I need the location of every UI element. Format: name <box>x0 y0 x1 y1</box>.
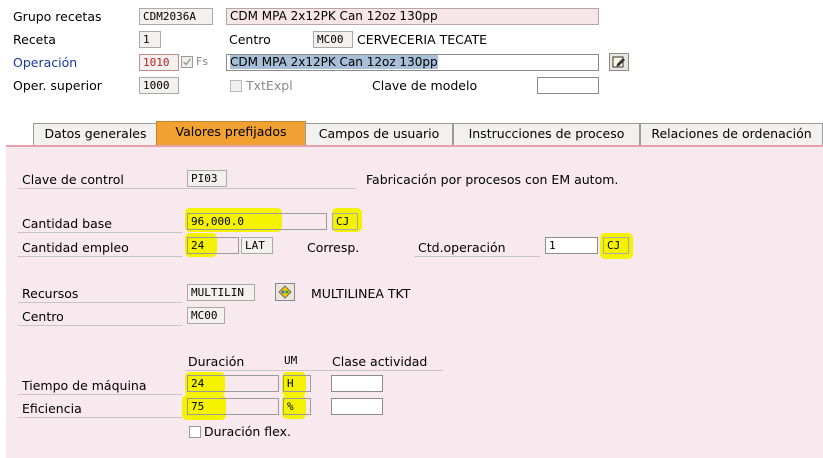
duracion-flex-checkbox[interactable] <box>189 426 201 438</box>
recursos-description: MULTILINEA TKT <box>311 286 411 301</box>
fs-label: Fs <box>196 55 209 68</box>
operacion-description-text: CDM MPA 2x12PK Can 12oz 130pp <box>230 55 438 69</box>
cantidad-base-unit-field[interactable]: CJ <box>332 213 358 230</box>
clave-modelo-label: Clave de modelo <box>372 78 478 93</box>
eficiencia-field[interactable]: 75 <box>187 398 279 415</box>
grupo-recetas-label: Grupo recetas <box>13 9 102 24</box>
tiempo-maquina-um-field[interactable]: H <box>283 375 311 392</box>
resource-icon <box>278 285 292 299</box>
row-separator <box>18 232 182 233</box>
corresp-label: Corresp. <box>307 240 360 255</box>
row-separator <box>18 417 182 418</box>
duracion-column-header: Duración <box>188 354 245 369</box>
centro-header-label: Centro <box>229 32 271 47</box>
tab-strip: Datos generales Valores prefijados Campo… <box>0 120 823 146</box>
header-separator <box>185 370 443 371</box>
centro-panel-label: Centro <box>22 309 64 324</box>
centro-header-description: CERVECERIA TECATE <box>357 32 487 47</box>
row-separator <box>18 302 182 303</box>
ctd-operacion-unit-field[interactable]: CJ <box>603 237 629 254</box>
clave-control-label: Clave de control <box>22 172 124 187</box>
cantidad-empleo-field[interactable]: 24 <box>187 237 239 254</box>
oper-superior-label: Oper. superior <box>13 78 102 93</box>
eficiencia-um-field[interactable]: % <box>283 398 311 415</box>
row-separator <box>414 256 540 257</box>
eficiencia-label: Eficiencia <box>22 401 82 416</box>
txtexpl-checkbox[interactable] <box>230 80 242 92</box>
recursos-field[interactable]: MULTILIN <box>187 284 255 301</box>
clave-control-field[interactable]: PI03 <box>187 170 227 187</box>
check-icon <box>183 58 192 66</box>
row-separator <box>18 394 182 395</box>
duracion-flex-label: Duración flex. <box>204 424 291 439</box>
eficiencia-clase-actividad-field[interactable] <box>331 398 383 415</box>
tiempo-maquina-label: Tiempo de máquina <box>22 378 147 393</box>
tab-instrucciones-de-proceso[interactable]: Instrucciones de proceso <box>453 123 640 145</box>
receta-field[interactable]: 1 <box>139 31 161 48</box>
cantidad-empleo-unit-field[interactable]: LAT <box>241 237 273 254</box>
operacion-label: Operación <box>13 55 78 70</box>
clase-actividad-column-header: Clase actividad <box>332 354 428 369</box>
operacion-description-field[interactable]: CDM MPA 2x12PK Can 12oz 130pp <box>226 54 599 71</box>
tab-relaciones-de-ordenacion[interactable]: Relaciones de ordenación <box>640 123 823 145</box>
recursos-label: Recursos <box>22 286 79 301</box>
grupo-recetas-description-field[interactable]: CDM MPA 2x12PK Can 12oz 130pp <box>226 8 599 25</box>
operacion-field[interactable]: 1010 <box>139 54 179 71</box>
centro-panel-field[interactable]: MC00 <box>187 307 225 324</box>
um-column-header: UM <box>284 354 298 367</box>
ctd-operacion-label: Ctd.operación <box>418 240 506 255</box>
cantidad-empleo-label: Cantidad empleo <box>22 240 129 255</box>
tab-valores-prefijados[interactable]: Valores prefijados <box>156 121 306 145</box>
oper-superior-field[interactable]: 1000 <box>139 77 179 94</box>
tab-datos-generales[interactable]: Datos generales <box>33 123 158 145</box>
edit-long-text-button[interactable] <box>609 53 629 71</box>
fs-checkbox[interactable] <box>181 56 193 68</box>
tiempo-maquina-field[interactable]: 24 <box>187 375 279 392</box>
row-separator <box>18 256 182 257</box>
row-separator <box>18 325 182 326</box>
centro-header-field[interactable]: MC00 <box>313 31 353 48</box>
clave-modelo-field[interactable] <box>537 77 599 94</box>
tab-campos-de-usuario[interactable]: Campos de usuario <box>305 123 453 145</box>
row-separator <box>18 188 356 189</box>
receta-label: Receta <box>13 32 56 47</box>
tiempo-maquina-clase-actividad-field[interactable] <box>331 375 383 392</box>
txtexpl-label: TxtExpl <box>246 78 293 93</box>
cantidad-base-label: Cantidad base <box>22 216 112 231</box>
grupo-recetas-field[interactable]: CDM2036A <box>139 8 213 25</box>
pencil-icon <box>612 56 625 68</box>
cantidad-base-field[interactable]: 96,000.0 <box>187 213 327 230</box>
recursos-detail-button[interactable] <box>275 283 295 301</box>
clave-control-description: Fabricación por procesos con EM autom. <box>366 172 619 187</box>
ctd-operacion-field[interactable]: 1 <box>545 237 598 254</box>
